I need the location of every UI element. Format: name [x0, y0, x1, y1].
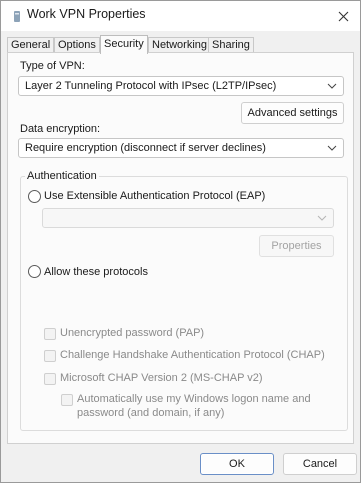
auto-logon-label-line1: Automatically use my Windows logon name … [77, 393, 311, 405]
dialog-footer: OK Cancel [1, 448, 360, 482]
authentication-legend: Authentication [25, 170, 99, 182]
tab-networking[interactable]: Networking [148, 37, 212, 53]
mschapv2-checkbox[interactable] [44, 373, 56, 385]
window-title: Work VPN Properties [27, 7, 146, 21]
close-icon [338, 11, 348, 21]
vpn-icon [14, 11, 20, 22]
tab-security[interactable]: Security [100, 35, 148, 54]
data-encryption-value: Require encryption (disconnect if server… [25, 142, 266, 154]
tab-strip: General Options Security Networking Shar… [7, 35, 352, 54]
auto-logon-label-line2: password (and domain, if any) [77, 407, 225, 419]
data-encryption-select[interactable]: Require encryption (disconnect if server… [18, 138, 344, 158]
cancel-button[interactable]: Cancel [283, 453, 357, 475]
eap-label: Use Extensible Authentication Protocol (… [44, 190, 266, 202]
title-bar: Work VPN Properties [1, 1, 360, 31]
chevron-down-icon [317, 215, 327, 221]
allow-protocols-radio[interactable] [28, 265, 41, 278]
mschapv2-label: Microsoft CHAP Version 2 (MS-CHAP v2) [60, 372, 263, 384]
advanced-settings-button[interactable]: Advanced settings [241, 102, 344, 124]
chevron-down-icon [327, 145, 337, 151]
allow-protocols-label: Allow these protocols [44, 266, 148, 278]
properties-dialog: Work VPN Properties General Options Secu… [0, 0, 361, 483]
tab-sharing[interactable]: Sharing [208, 37, 254, 53]
eap-radio[interactable] [28, 190, 41, 203]
pap-checkbox[interactable] [44, 328, 56, 340]
chevron-down-icon [327, 83, 337, 89]
data-encryption-label: Data encryption: [20, 123, 101, 135]
tab-options[interactable]: Options [54, 37, 100, 53]
vpn-type-label: Type of VPN: [20, 60, 85, 72]
chap-checkbox[interactable] [44, 350, 56, 362]
tab-general[interactable]: General [7, 37, 55, 53]
pap-label: Unencrypted password (PAP) [60, 327, 205, 339]
vpn-type-value: Layer 2 Tunneling Protocol with IPsec (L… [25, 80, 277, 92]
eap-properties-button[interactable]: Properties [259, 235, 334, 257]
vpn-type-select[interactable]: Layer 2 Tunneling Protocol with IPsec (L… [18, 76, 344, 96]
chap-label: Challenge Handshake Authentication Proto… [60, 349, 325, 361]
eap-method-select[interactable] [42, 208, 334, 228]
close-button[interactable] [332, 5, 354, 27]
auto-logon-checkbox[interactable] [61, 394, 73, 406]
ok-button[interactable]: OK [200, 453, 274, 475]
